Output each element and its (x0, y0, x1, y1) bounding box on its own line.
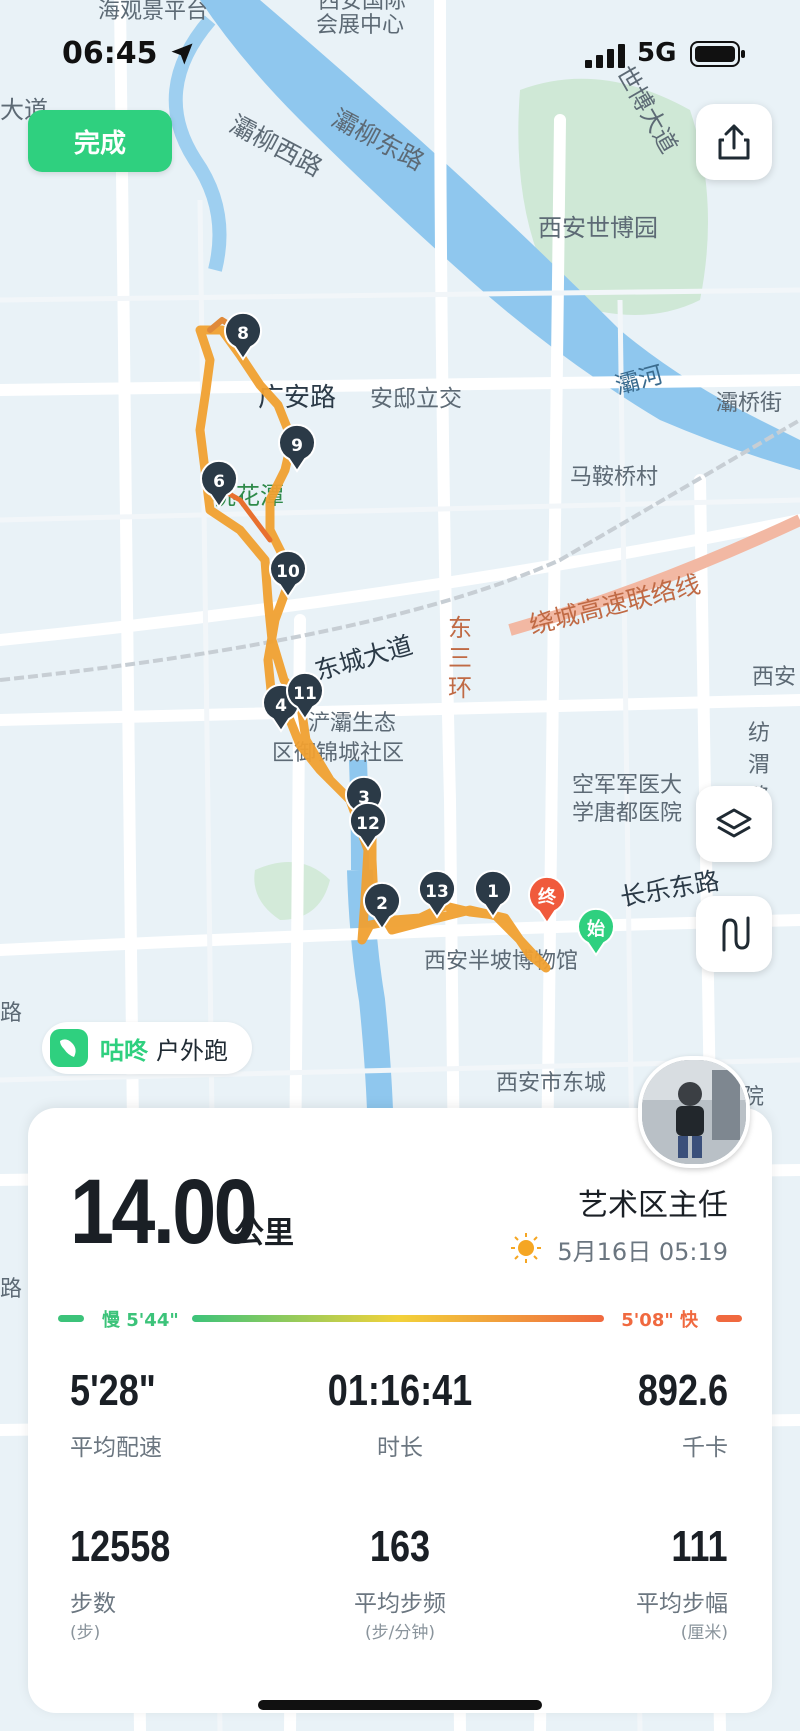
map-label: 西安半坡博物馆 (424, 949, 578, 974)
activity-type: 户外跑 (156, 1036, 228, 1065)
done-button[interactable]: 完成 (28, 110, 172, 172)
pace-slow-label: 慢 5'44" (102, 1310, 179, 1331)
map-label: 海观景平台 (98, 0, 208, 24)
track-replay-button[interactable] (696, 896, 772, 972)
stride-value: 111 (671, 1522, 728, 1571)
svg-text:三: 三 (448, 644, 472, 672)
svg-text:4: 4 (275, 696, 287, 716)
svg-text:环: 环 (448, 674, 472, 702)
svg-text:13: 13 (425, 882, 449, 902)
steps-label: 步数 (70, 1591, 116, 1617)
battery-icon (690, 41, 745, 67)
map-label: 西安世博园 (538, 214, 658, 242)
map-label: 浐灞生态 (308, 711, 396, 736)
svg-text:纺: 纺 (748, 721, 770, 746)
steps-value: 12558 (70, 1522, 171, 1571)
map-label: 学唐都医院 (572, 801, 682, 826)
svg-text:1: 1 (487, 882, 499, 902)
map-label: 西安国际 (318, 0, 406, 14)
brand-name: 咕咚 (100, 1036, 148, 1065)
svg-text:9: 9 (291, 436, 303, 456)
steps-unit: (步) (70, 1623, 101, 1643)
stride-label: 平均步幅 (636, 1591, 728, 1617)
avg-pace-label: 平均配速 (70, 1435, 162, 1461)
home-indicator[interactable] (258, 1700, 542, 1710)
svg-text:终: 终 (538, 886, 557, 908)
route-track-icon (722, 916, 750, 952)
svg-text:12: 12 (356, 814, 380, 834)
map-label: 区御锦城社区 (272, 741, 404, 766)
network-type: 5G (637, 38, 677, 68)
svg-text:10: 10 (276, 562, 300, 582)
share-icon (718, 124, 750, 160)
username: 艺术区主任 (578, 1188, 728, 1223)
calories-label: 千卡 (682, 1435, 728, 1461)
map-layers-button[interactable] (696, 786, 772, 862)
svg-text:8: 8 (237, 324, 249, 344)
status-time: 06:45 (62, 36, 158, 71)
svg-text:11: 11 (293, 684, 317, 704)
svg-text:6: 6 (213, 472, 225, 492)
map-label: 灞桥街 (716, 391, 782, 416)
layers-icon (716, 808, 752, 838)
pace-fast-label: 5'08" 快 (621, 1310, 698, 1331)
map-label: 安邸立交 (370, 386, 462, 412)
workout-datetime: 5月16日 05:19 (557, 1238, 728, 1266)
location-arrow-icon (171, 43, 193, 65)
stride-unit: (厘米) (680, 1623, 728, 1643)
map-label: 空军军医大 (572, 773, 682, 798)
map-label: 西安 (752, 665, 796, 690)
avg-pace-value: 5'28" (70, 1366, 156, 1415)
share-button[interactable] (696, 104, 772, 180)
map-label: 西安市东城 (496, 1071, 606, 1096)
svg-text:始: 始 (587, 918, 605, 940)
status-bar: 06:45 5G (0, 30, 800, 80)
calories-value: 892.6 (637, 1366, 728, 1415)
cellular-signal-icon (585, 44, 625, 68)
codoon-logo-icon (50, 1029, 88, 1067)
sunny-weather-icon (511, 1233, 541, 1263)
brand-tag: 咕咚 户外跑 (42, 1022, 252, 1074)
svg-text:东: 东 (448, 614, 472, 642)
svg-text:渭: 渭 (748, 753, 770, 778)
distance-value: 14.00 (70, 1161, 258, 1263)
svg-text:2: 2 (376, 894, 388, 914)
svg-text:路: 路 (0, 1001, 22, 1026)
distance-unit: 公里 (234, 1216, 294, 1251)
svg-text:路: 路 (0, 1277, 22, 1302)
avatar[interactable] (638, 1056, 750, 1168)
map-label: 马鞍桥村 (570, 465, 658, 490)
